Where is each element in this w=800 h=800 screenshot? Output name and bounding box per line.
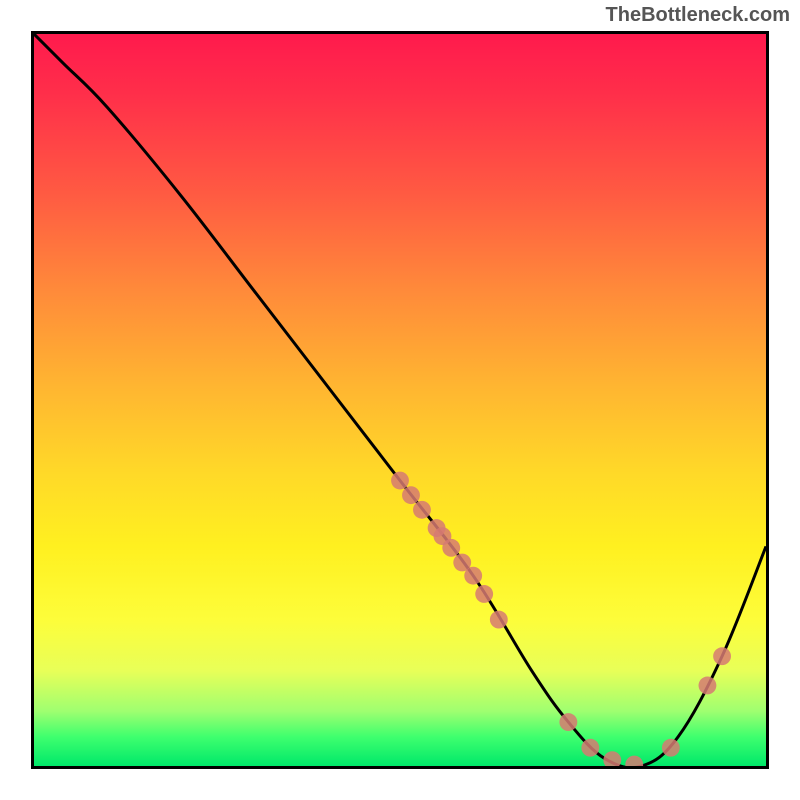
curve-marker (699, 677, 717, 695)
curve-marker (464, 567, 482, 585)
curve-marker (442, 539, 460, 557)
curve-marker (662, 739, 680, 757)
watermark-text: TheBottleneck.com (606, 4, 790, 27)
curve-marker (625, 756, 643, 766)
chart-container: TheBottleneck.com (0, 0, 800, 800)
curve-marker (559, 713, 577, 731)
plot-area (31, 31, 769, 769)
curve-marker (490, 611, 508, 629)
curve-marker (603, 751, 621, 766)
curve-marker (713, 647, 731, 665)
bottleneck-curve (34, 34, 766, 766)
curve-marker (391, 472, 409, 490)
curve-marker (413, 501, 431, 519)
curve-marker (581, 739, 599, 757)
curve-svg (34, 34, 766, 766)
curve-markers (391, 472, 731, 766)
curve-marker (475, 585, 493, 603)
curve-marker (402, 486, 420, 504)
